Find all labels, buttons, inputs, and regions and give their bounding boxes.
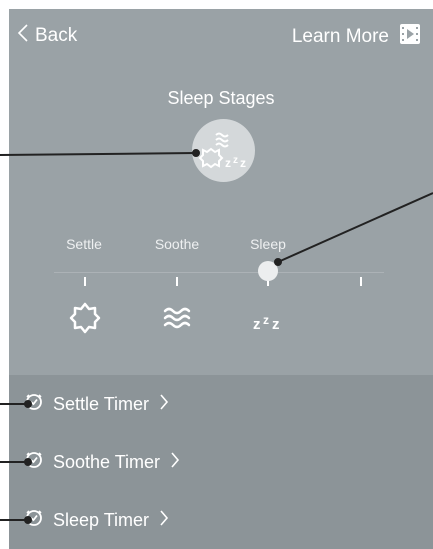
callout-dot-hero — [192, 149, 200, 157]
callout-line-hero — [0, 152, 197, 156]
callout-dot-settle — [24, 400, 32, 408]
callout-dot-slider — [274, 258, 282, 266]
callout-dot-soothe — [24, 458, 32, 466]
callout-dot-sleep — [24, 516, 32, 524]
callout-line-slider — [277, 192, 433, 263]
callout-lines — [0, 149, 433, 524]
